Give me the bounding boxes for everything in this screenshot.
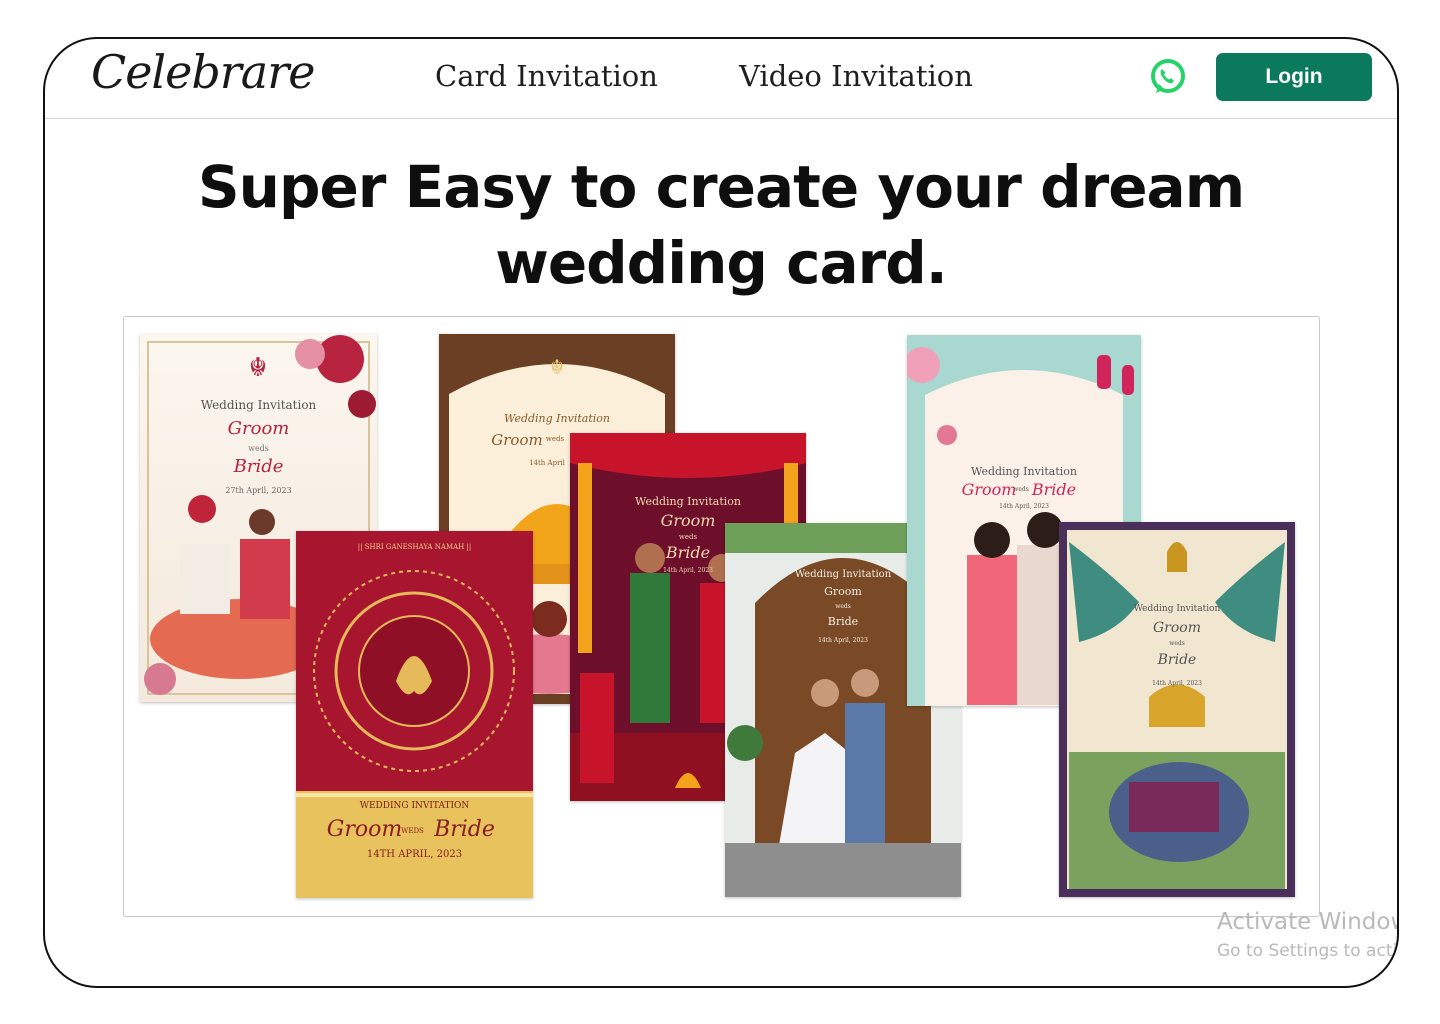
svg-text:☬: ☬ — [550, 355, 564, 379]
nav-card-invitation[interactable]: Card Invitation — [435, 59, 658, 93]
card-7-art — [1067, 530, 1287, 889]
brand-logo[interactable]: Celebrare — [91, 45, 315, 99]
hero-title: Super Easy to create your dream wedding … — [45, 149, 1397, 301]
nav-video-invitation[interactable]: Video Invitation — [739, 59, 973, 93]
activation-watermark: Activate Window Go to Settings to acti — [1217, 909, 1399, 961]
hero-title-line1: Super Easy to create your dream — [197, 153, 1245, 221]
card-7-groom: Groom — [1152, 620, 1201, 636]
svg-text:☬: ☬ — [249, 353, 267, 383]
card-1-bride: Bride — [233, 456, 284, 477]
whatsapp-icon[interactable] — [1148, 57, 1188, 97]
invitation-card-3[interactable]: || SHRI GANESHAYA NAMAH || WEDDING INVIT… — [296, 531, 533, 898]
watermark-line2: Go to Settings to acti — [1217, 941, 1398, 961]
card-1-weds: weds — [248, 444, 269, 453]
card-3-date: 14TH APRIL, 2023 — [366, 849, 463, 860]
card-3-bride: Bride — [434, 817, 495, 842]
card-7-weds: weds — [1169, 640, 1185, 647]
hero-title-line2: wedding card. — [495, 229, 948, 297]
card-6-bride: Bride — [1031, 480, 1077, 499]
invitation-card-7[interactable]: Wedding Invitation Groom weds Bride 14th… — [1059, 522, 1295, 897]
card-7-date: 14th April, 2023 — [1152, 680, 1202, 687]
card-1-heading: Wedding Invitation — [200, 398, 317, 412]
card-6-heading: Wedding Invitation — [971, 465, 1077, 478]
card-6-date: 14th April, 2023 — [999, 503, 1049, 510]
card-7-heading: Wedding Invitation — [1133, 604, 1221, 614]
app-frame: Celebrare Card Invitation Video Invitati… — [43, 37, 1399, 988]
card-2-heading: Wedding Invitation — [504, 412, 610, 425]
login-button[interactable]: Login — [1216, 53, 1372, 101]
navbar: Celebrare Card Invitation Video Invitati… — [45, 39, 1397, 119]
card-1-date: 27th April, 2023 — [225, 486, 292, 495]
card-3-top: || SHRI GANESHAYA NAMAH || — [357, 543, 472, 551]
card-3-heading: WEDDING INVITATION — [359, 801, 470, 811]
card-1-groom: Groom — [227, 418, 290, 439]
card-gallery: ☬ Wedding Invitation Groom weds Bride 27… — [123, 316, 1320, 917]
card-7-bride: Bride — [1157, 652, 1197, 668]
watermark-line1: Activate Window — [1217, 909, 1399, 935]
card-3-art — [296, 570, 533, 898]
card-4-heading: Wedding Invitation — [635, 495, 741, 508]
